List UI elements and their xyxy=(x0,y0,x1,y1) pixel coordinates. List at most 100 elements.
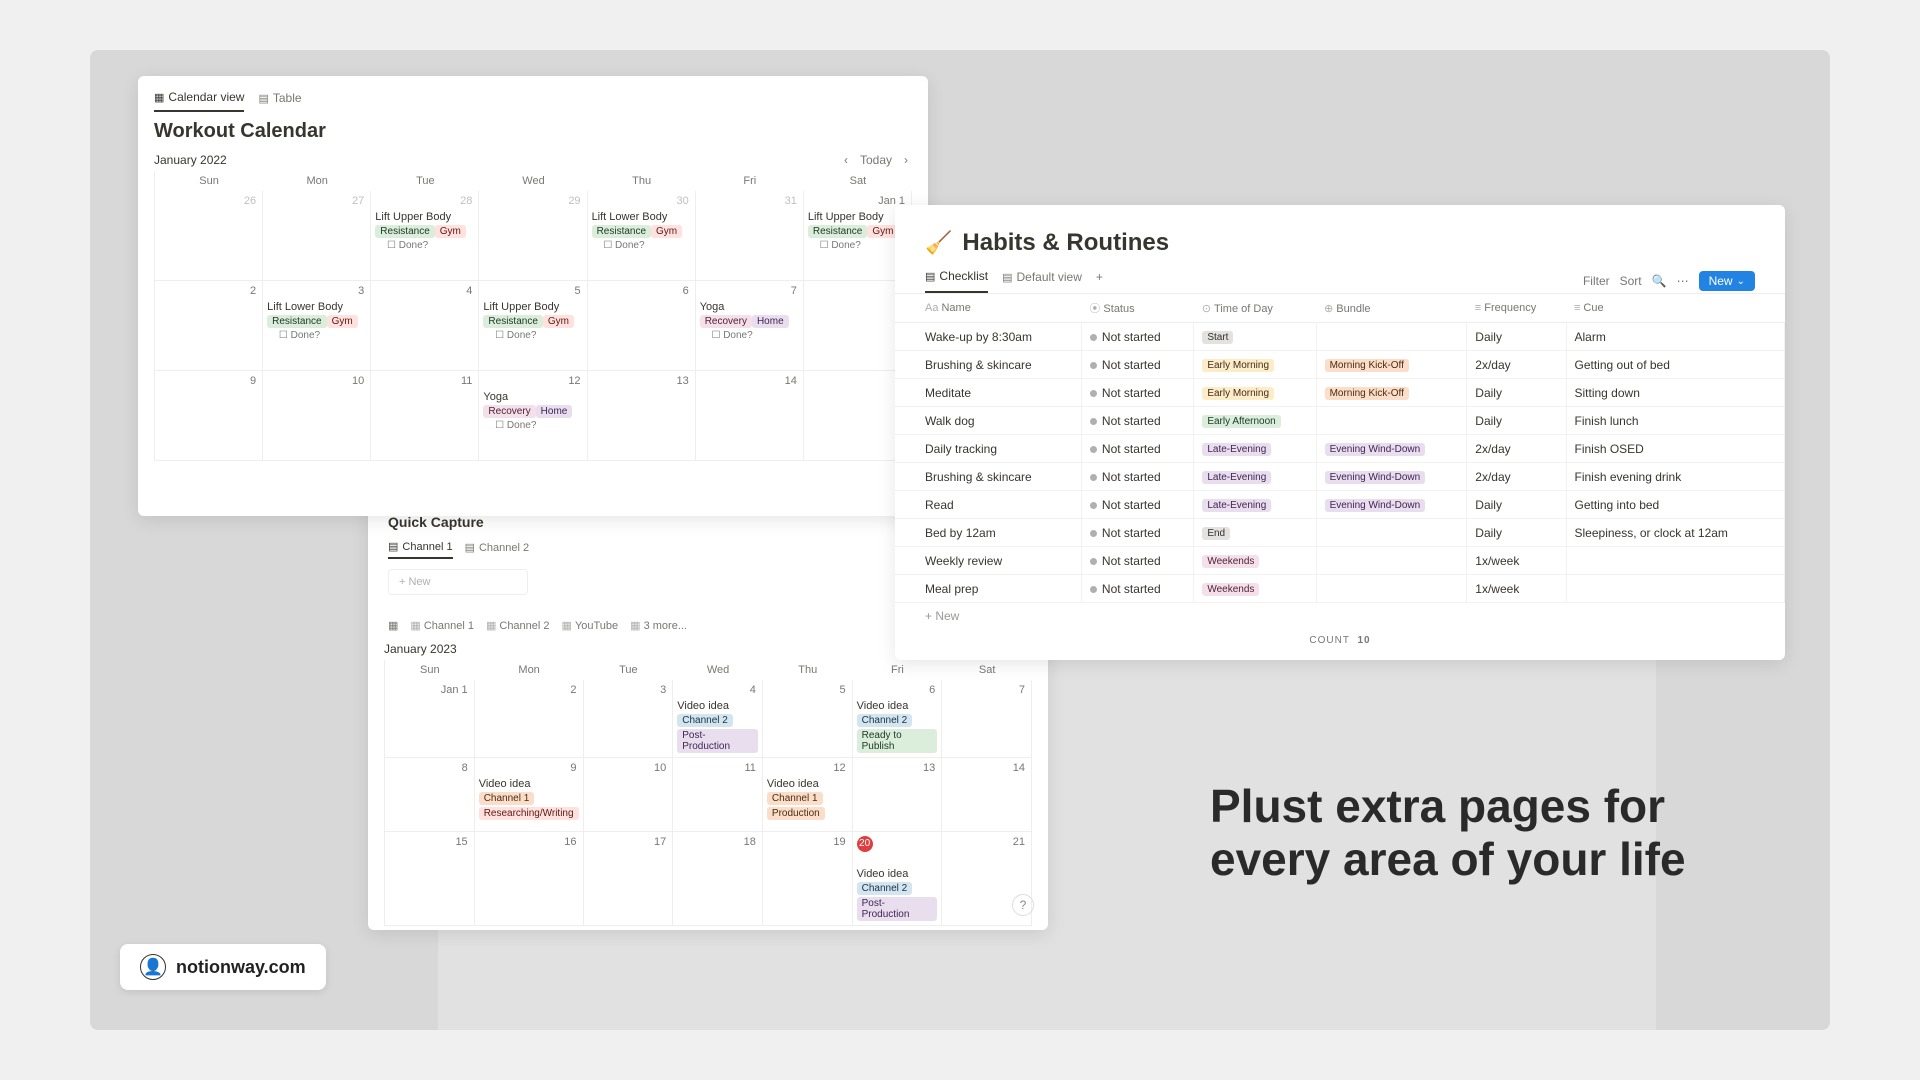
habit-frequency[interactable]: 2x/day xyxy=(1467,463,1566,491)
habit-status[interactable]: Not started xyxy=(1081,519,1193,547)
calendar-cell[interactable]: 12Video ideaChannel 1Production xyxy=(763,758,853,832)
sort-button[interactable]: Sort xyxy=(1620,274,1642,288)
column-header[interactable]: ⊙Time of Day xyxy=(1194,294,1316,323)
event-title[interactable]: Video idea xyxy=(479,778,579,790)
habit-frequency[interactable]: 2x/day xyxy=(1467,435,1566,463)
calendar-cell[interactable]: 4Video ideaChannel 2Post-Production xyxy=(673,680,763,758)
habit-name[interactable]: Daily tracking xyxy=(895,435,1081,463)
habit-frequency[interactable]: 1x/week xyxy=(1467,575,1566,603)
event-title[interactable]: Lift Upper Body xyxy=(375,211,474,223)
habit-bundle[interactable]: Morning Kick-Off xyxy=(1316,379,1467,407)
calendar-cell[interactable]: 27 xyxy=(263,191,371,281)
column-header[interactable]: ⦿Status xyxy=(1081,294,1193,323)
calendar-cell[interactable]: Jan 1 xyxy=(385,680,475,758)
habit-name[interactable]: Brushing & skincare xyxy=(895,351,1081,379)
habit-cue[interactable]: Sitting down xyxy=(1566,379,1785,407)
habit-time[interactable]: Early Afternoon xyxy=(1194,407,1316,435)
calendar-cell[interactable]: 30Lift Lower BodyResistanceGym☐ Done? xyxy=(588,191,696,281)
column-header[interactable]: ≡Cue xyxy=(1566,294,1785,323)
habit-cue[interactable]: Alarm xyxy=(1566,323,1785,351)
table-row[interactable]: Walk dogNot startedEarly AfternoonDailyF… xyxy=(895,407,1785,435)
event-title[interactable]: Yoga xyxy=(700,301,799,313)
habit-bundle[interactable] xyxy=(1316,323,1467,351)
habit-time[interactable]: Late-Evening xyxy=(1194,435,1316,463)
habit-frequency[interactable]: Daily xyxy=(1467,407,1566,435)
column-header[interactable]: ≡Frequency xyxy=(1467,294,1566,323)
event-done-checkbox[interactable]: ☐ Done? xyxy=(483,330,582,341)
calendar-cell[interactable]: 31 xyxy=(696,191,804,281)
calendar-cell[interactable]: 14 xyxy=(942,758,1032,832)
habit-bundle[interactable]: Morning Kick-Off xyxy=(1316,351,1467,379)
calendar-cell[interactable]: 16 xyxy=(475,832,584,926)
calendar-cell[interactable]: 3Lift Lower BodyResistanceGym☐ Done? xyxy=(263,281,371,371)
calendar-cell[interactable]: 17 xyxy=(584,832,674,926)
calendar-cell[interactable]: 10 xyxy=(263,371,371,461)
column-header[interactable]: ⊕Bundle xyxy=(1316,294,1467,323)
prev-month-icon[interactable]: ‹ xyxy=(840,153,852,167)
calendar-cell[interactable]: 29 xyxy=(479,191,587,281)
habit-bundle[interactable]: Evening Wind-Down xyxy=(1316,435,1467,463)
habit-time[interactable]: Late-Evening xyxy=(1194,463,1316,491)
quick-capture-new[interactable]: + New xyxy=(388,569,528,595)
event-title[interactable]: Lift Lower Body xyxy=(267,301,366,313)
habit-frequency[interactable]: Daily xyxy=(1467,379,1566,407)
table-row[interactable]: Bed by 12amNot startedEndDailySleepiness… xyxy=(895,519,1785,547)
habit-bundle[interactable]: Evening Wind-Down xyxy=(1316,463,1467,491)
habit-bundle[interactable] xyxy=(1316,519,1467,547)
habit-cue[interactable] xyxy=(1566,575,1785,603)
table-row[interactable]: MeditateNot startedEarly MorningMorning … xyxy=(895,379,1785,407)
calendar-cell[interactable]: 9Video ideaChannel 1Researching/Writing xyxy=(475,758,584,832)
habit-status[interactable]: Not started xyxy=(1081,547,1193,575)
calendar-cell[interactable]: 5 xyxy=(763,680,853,758)
search-icon[interactable]: 🔍 xyxy=(1652,274,1667,288)
event-title[interactable]: Video idea xyxy=(677,700,758,712)
habit-status[interactable]: Not started xyxy=(1081,435,1193,463)
event-title[interactable]: Video idea xyxy=(857,868,938,880)
habit-time[interactable]: Weekends xyxy=(1194,547,1316,575)
calendar-cell[interactable]: 2 xyxy=(475,680,584,758)
habit-status[interactable]: Not started xyxy=(1081,323,1193,351)
calendar-cell[interactable]: 2 xyxy=(155,281,263,371)
habit-name[interactable]: Bed by 12am xyxy=(895,519,1081,547)
habit-name[interactable]: Read xyxy=(895,491,1081,519)
calendar-cell[interactable]: 8 xyxy=(385,758,475,832)
calendar-cell[interactable]: 9 xyxy=(155,371,263,461)
calendar-cell[interactable]: 5Lift Upper BodyResistanceGym☐ Done? xyxy=(479,281,587,371)
event-title[interactable]: Lift Lower Body xyxy=(592,211,691,223)
habit-cue[interactable] xyxy=(1566,547,1785,575)
habit-cue[interactable]: Finish lunch xyxy=(1566,407,1785,435)
calendar-cell[interactable]: 14 xyxy=(696,371,804,461)
habits-tab[interactable]: ▤ Default view xyxy=(1002,269,1082,293)
view-tab[interactable]: ▦ Calendar view xyxy=(154,90,244,112)
filter-button[interactable]: Filter xyxy=(1583,274,1610,288)
habit-status[interactable]: Not started xyxy=(1081,407,1193,435)
table-row[interactable]: Daily trackingNot startedLate-EveningEve… xyxy=(895,435,1785,463)
help-icon[interactable]: ? xyxy=(1012,894,1034,916)
event-done-checkbox[interactable]: ☐ Done? xyxy=(592,240,691,251)
add-view-icon[interactable]: + xyxy=(1096,269,1103,293)
habit-cue[interactable]: Finish OSED xyxy=(1566,435,1785,463)
calendar-cell[interactable]: 3 xyxy=(584,680,674,758)
habit-time[interactable]: Weekends xyxy=(1194,575,1316,603)
habit-time[interactable]: Late-Evening xyxy=(1194,491,1316,519)
calendar-cell[interactable]: 15 xyxy=(385,832,475,926)
table-row[interactable]: Wake-up by 8:30amNot startedStartDailyAl… xyxy=(895,323,1785,351)
content-tab[interactable]: ▤ Channel 2 xyxy=(465,540,530,559)
calendar-cell[interactable]: 13 xyxy=(588,371,696,461)
habit-bundle[interactable] xyxy=(1316,575,1467,603)
calendar-cell[interactable]: 18 xyxy=(673,832,763,926)
habit-time[interactable]: Start xyxy=(1194,323,1316,351)
event-done-checkbox[interactable]: ☐ Done? xyxy=(700,330,799,341)
calendar-cell[interactable]: 10 xyxy=(584,758,674,832)
habit-cue[interactable]: Finish evening drink xyxy=(1566,463,1785,491)
calendar-cell[interactable]: 26 xyxy=(155,191,263,281)
calendar-cell[interactable]: 28Lift Upper BodyResistanceGym☐ Done? xyxy=(371,191,479,281)
today-button[interactable]: Today xyxy=(860,153,892,167)
habit-time[interactable]: Early Morning xyxy=(1194,379,1316,407)
event-done-checkbox[interactable]: ☐ Done? xyxy=(808,240,907,251)
habit-bundle[interactable] xyxy=(1316,407,1467,435)
new-button[interactable]: New xyxy=(1699,271,1755,291)
more-icon[interactable]: ⋯ xyxy=(1677,274,1689,288)
table-row[interactable]: Brushing & skincareNot startedLate-Eveni… xyxy=(895,463,1785,491)
calendar-cell[interactable]: 7YogaRecoveryHome☐ Done? xyxy=(696,281,804,371)
